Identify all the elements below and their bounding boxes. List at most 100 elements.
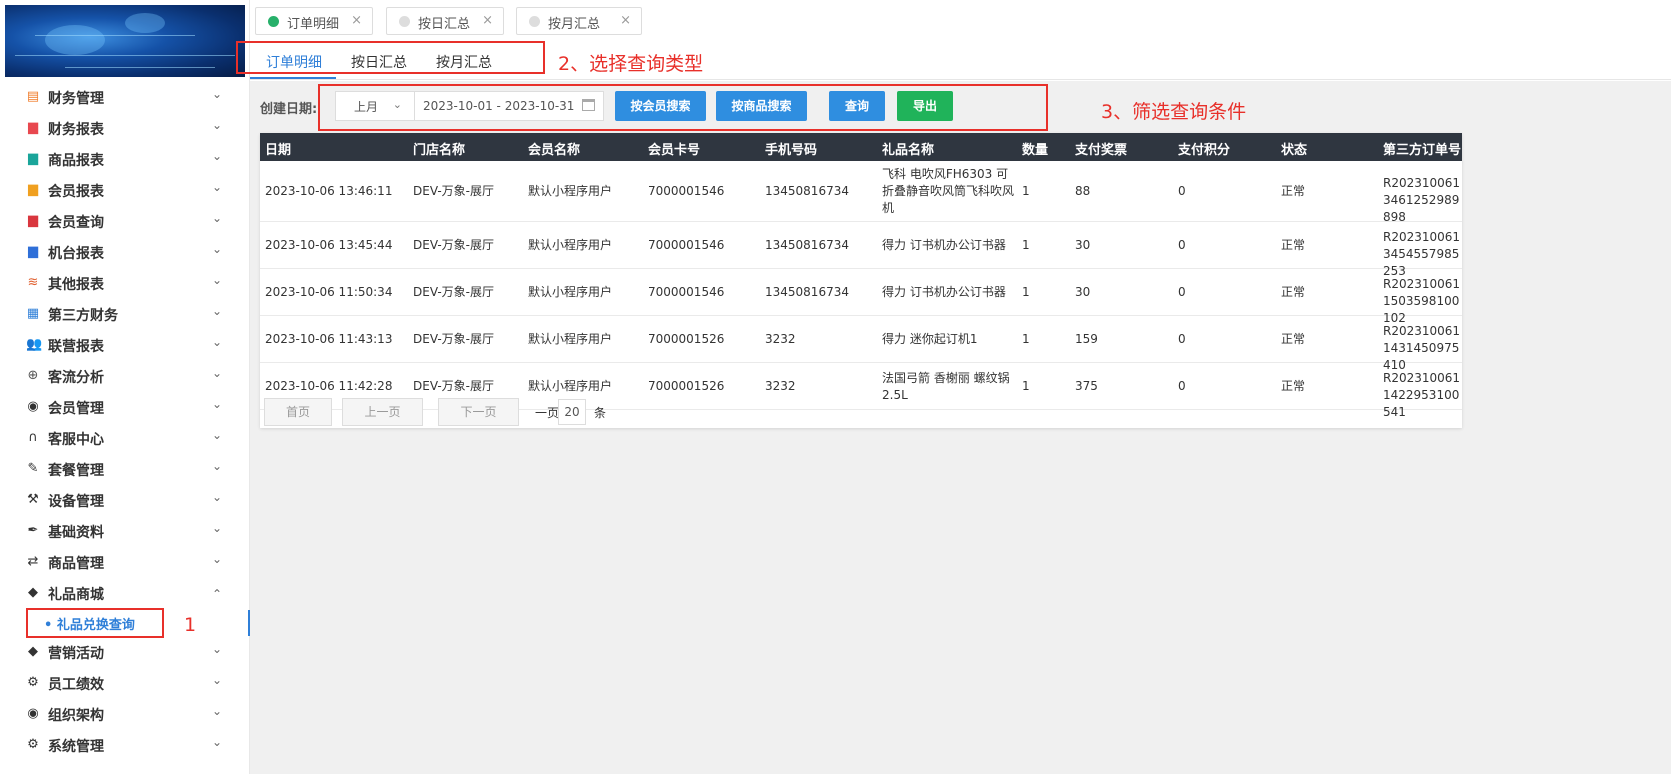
table-cell: 2023-10-06 11:43:13: [265, 332, 393, 346]
sidebar-item-label: 商品管理: [48, 556, 104, 572]
table-cell: DEV-万象-展厅: [413, 238, 494, 252]
column-header[interactable]: 会员卡号: [648, 139, 700, 158]
column-header[interactable]: 第三方订单号: [1383, 139, 1461, 158]
chevron-down-icon: ⌄: [212, 521, 223, 535]
table-cell: 30: [1075, 285, 1091, 299]
sidebar-item-16[interactable]: ⇄ 商品管理 ⌄: [0, 547, 249, 577]
sidebar-item-3[interactable]: ▆ 商品报表 ⌄: [0, 144, 249, 174]
per-page-input[interactable]: 20: [558, 399, 586, 425]
table-cell: 正常: [1281, 285, 1306, 299]
chevron-down-icon: ⌄: [212, 118, 223, 132]
sidebar-item-label: 联营报表: [48, 339, 104, 355]
target-icon: ⊕: [27, 368, 39, 383]
sidebar-item-8[interactable]: ▦ 第三方财务 ⌄: [0, 299, 249, 329]
sidebar-item-13[interactable]: ✎ 套餐管理 ⌄: [0, 454, 249, 484]
table-cell: 1: [1022, 379, 1030, 393]
sidebar-item-2[interactable]: ▆ 财务报表 ⌄: [0, 113, 249, 143]
table-cell: 7000001526: [648, 332, 725, 346]
sidebar-item-12[interactable]: ∩ 客服中心 ⌄: [0, 423, 249, 453]
table-cell: 0: [1178, 332, 1186, 346]
table-cell: 2023-10-06 11:50:34: [265, 285, 393, 299]
prev-page-button[interactable]: 上一页: [342, 398, 423, 426]
table-cell: 得力 迷你起订机1: [882, 332, 978, 346]
sidebar-item-14[interactable]: ⚒ 设备管理 ⌄: [0, 485, 249, 515]
column-header[interactable]: 支付奖票: [1075, 139, 1127, 158]
table-row[interactable]: 2023-10-06 13:45:44 DEV-万象-展厅 默认小程序用户 70000…: [260, 222, 1462, 278]
sidebar-item-10[interactable]: ⊕ 客流分析 ⌄: [0, 361, 249, 391]
sidebar-item-label: 礼品商城: [48, 587, 104, 603]
sidebar-item-15[interactable]: ✒ 基础资料 ⌄: [0, 516, 249, 546]
page-tab-label: 订单明细: [287, 17, 340, 32]
table-cell: 375: [1075, 379, 1098, 393]
sidebar-item-label: 客服中心: [48, 432, 104, 448]
per-page-label: 一页: [535, 406, 560, 420]
logo-banner: [5, 5, 245, 77]
page-tab-daily-summary[interactable]: 按日汇总 ×: [386, 7, 504, 35]
table-cell: DEV-万象-展厅: [413, 332, 494, 346]
sidebar-item-lower-3[interactable]: ◉ 组织架构 ⌄: [0, 699, 249, 729]
next-page-button[interactable]: 下一页: [438, 398, 519, 426]
inactive-dot-icon: [529, 16, 540, 27]
page-tab-monthly-summary[interactable]: 按月汇总 ×: [516, 7, 642, 35]
table-cell: DEV-万象-展厅: [413, 184, 494, 198]
table-header: 日期 门店名称 会员名称 会员卡号 手机号码 礼品名称 数量 支付奖票 支付积分 状态 第三方订单号: [260, 133, 1462, 161]
table-row[interactable]: 2023-10-06 11:43:13 DEV-万象-展厅 默认小程序用户 70000…: [260, 316, 1462, 372]
table-cell: 正常: [1281, 332, 1306, 346]
table-row[interactable]: 2023-10-06 13:46:11 DEV-万象-展厅 默认小程序用户 70000…: [260, 161, 1462, 224]
annotation-step-3: 3、筛选查询条件: [1101, 101, 1247, 123]
tag-icon: ◆: [28, 585, 38, 600]
sidebar-item-11[interactable]: ◉ 会员管理 ⌄: [0, 392, 249, 422]
sidebar-item-label: 会员查询: [48, 215, 104, 231]
sidebar-item-4[interactable]: ▆ 会员报表 ⌄: [0, 175, 249, 205]
column-header[interactable]: 数量: [1022, 139, 1048, 158]
chevron-down-icon: ⌄: [212, 397, 223, 411]
table-cell: 得力 订书机办公订书器: [882, 238, 1006, 252]
column-header[interactable]: 日期: [265, 139, 291, 158]
sidebar-item-label: 系统管理: [48, 739, 104, 755]
table-row[interactable]: 2023-10-06 11:50:34 DEV-万象-展厅 默认小程序用户 70000…: [260, 269, 1462, 325]
chevron-down-icon: ⌄: [212, 552, 223, 566]
table-cell: 正常: [1281, 184, 1306, 198]
tag-icon: ◆: [28, 644, 38, 659]
table-cell: 默认小程序用户: [528, 285, 613, 299]
column-header[interactable]: 礼品名称: [882, 139, 934, 158]
column-header[interactable]: 支付积分: [1178, 139, 1230, 158]
inactive-dot-icon: [399, 16, 410, 27]
sidebar-item-lower-1[interactable]: ◆ 营销活动 ⌄: [0, 637, 249, 667]
page-tab-order-detail[interactable]: 订单明细 ×: [255, 7, 373, 35]
sidebar-item-9[interactable]: 👥 联营报表 ⌄: [0, 330, 249, 360]
sidebar-item-17[interactable]: ◆ 礼品商城 ⌃: [0, 578, 249, 608]
wrench-icon: ⚒: [27, 492, 39, 507]
table-cell: 法国弓箭 香榭丽 螺纹锅2.5L: [882, 371, 1010, 402]
sidebar-item-5[interactable]: ▆ 会员查询 ⌄: [0, 206, 249, 236]
member-query-icon: ▆: [28, 213, 38, 228]
sidebar-item-1[interactable]: ▤ 财务管理 ⌄: [0, 82, 249, 112]
column-header[interactable]: 会员名称: [528, 139, 580, 158]
table-cell: 飞科 电吹风FH6303 可折叠静音吹风筒飞科吹风机: [882, 167, 1015, 215]
sidebar-item-label: 组织架构: [48, 708, 104, 724]
close-icon[interactable]: ×: [620, 13, 631, 28]
sidebar-item-label: 客流分析: [48, 370, 104, 386]
column-header[interactable]: 状态: [1281, 139, 1307, 158]
table-cell: DEV-万象-展厅: [413, 285, 494, 299]
sidebar-item-6[interactable]: ▆ 机台报表 ⌄: [0, 237, 249, 267]
table-cell: 7000001546: [648, 285, 725, 299]
sidebar-item-lower-4[interactable]: ⚙ 系统管理 ⌄: [0, 730, 249, 760]
sidebar-item-lower-2[interactable]: ⚙ 员工绩效 ⌄: [0, 668, 249, 698]
per-page-unit: 条: [594, 406, 607, 420]
table-cell: 1: [1022, 285, 1030, 299]
first-page-button[interactable]: 首页: [264, 398, 332, 426]
close-icon[interactable]: ×: [351, 13, 362, 28]
chevron-down-icon: ⌄: [212, 304, 223, 318]
table-cell: 159: [1075, 332, 1098, 346]
table-cell: 0: [1178, 379, 1186, 393]
active-tab-underline: [250, 77, 336, 79]
sidebar-item-7[interactable]: ≋ 其他报表 ⌄: [0, 268, 249, 298]
gear-icon: ⚙: [27, 737, 39, 752]
close-icon[interactable]: ×: [482, 13, 493, 28]
column-header[interactable]: 手机号码: [765, 139, 817, 158]
sidebar-item-label: 基础资料: [48, 525, 104, 541]
sidebar-item-label: 套餐管理: [48, 463, 104, 479]
column-header[interactable]: 门店名称: [413, 139, 465, 158]
chevron-down-icon: ⌄: [212, 642, 223, 656]
